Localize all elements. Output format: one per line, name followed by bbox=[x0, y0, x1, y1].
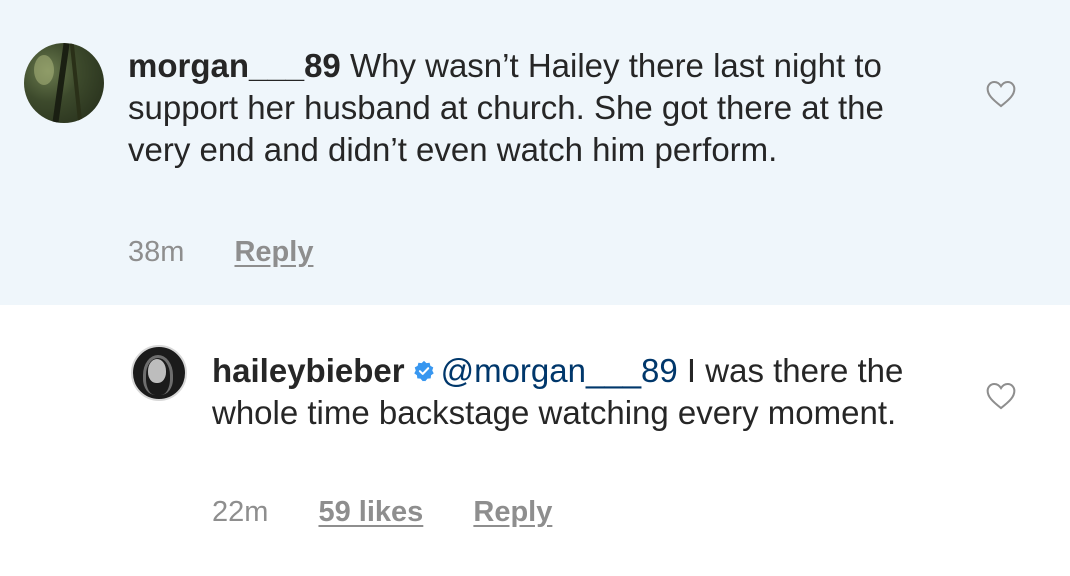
comment-timestamp: 38m bbox=[128, 236, 185, 268]
reply-hailey: haileybieber @morgan___89 I was there the… bbox=[0, 305, 1070, 576]
reply-button[interactable]: Reply bbox=[234, 236, 313, 268]
replier-avatar[interactable] bbox=[131, 345, 187, 401]
comment-username[interactable]: morgan___89 bbox=[128, 47, 341, 84]
commenter-avatar[interactable] bbox=[24, 43, 104, 123]
heart-outline-icon[interactable] bbox=[985, 382, 1017, 410]
reply-meta: 22m 59 likes Reply bbox=[212, 496, 594, 529]
comment-morgan: morgan___89 Why wasn’t Hailey there last… bbox=[0, 0, 1070, 305]
comment-meta: 38m Reply bbox=[128, 236, 355, 269]
reply-button[interactable]: Reply bbox=[473, 496, 552, 528]
reply-timestamp: 22m bbox=[212, 496, 269, 528]
heart-outline-icon[interactable] bbox=[985, 80, 1017, 108]
verified-badge-icon bbox=[413, 361, 434, 382]
comment-text-block: morgan___89 Why wasn’t Hailey there last… bbox=[128, 45, 908, 171]
reply-username[interactable]: haileybieber bbox=[212, 352, 405, 389]
likes-count-link[interactable]: 59 likes bbox=[318, 496, 423, 528]
mention-link[interactable]: @morgan___89 bbox=[441, 352, 678, 389]
reply-text-block: haileybieber @morgan___89 I was there the… bbox=[212, 350, 932, 434]
